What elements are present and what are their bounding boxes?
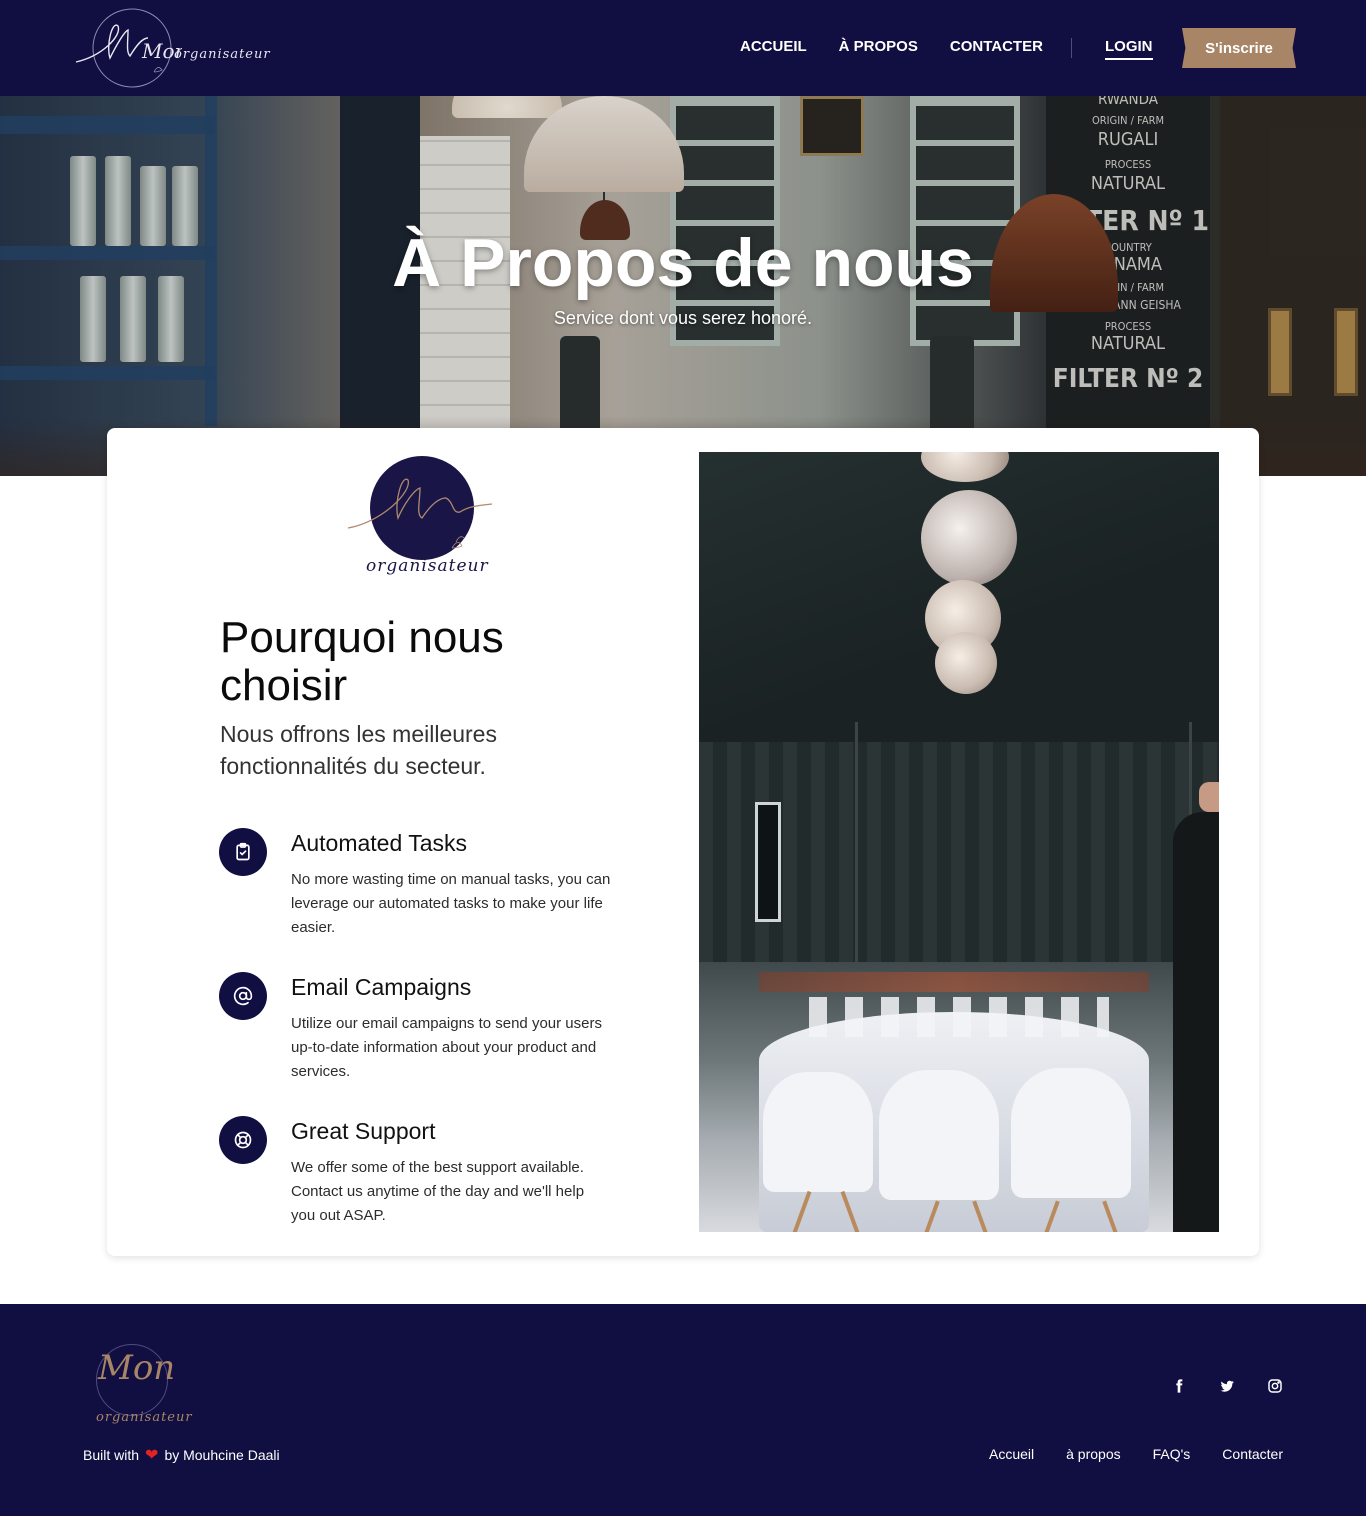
at-sign-icon	[219, 972, 267, 1020]
clipboard-check-icon	[219, 828, 267, 876]
footer-logo[interactable]: Mon organisateur	[80, 1342, 193, 1426]
brand-logo[interactable]: Mon organisateur	[72, 6, 282, 90]
signup-button[interactable]: S'inscrire	[1182, 28, 1296, 68]
section-title: Pourquoi nous choisir	[220, 613, 504, 710]
feature-description: We offer some of the best support availa…	[291, 1159, 585, 1224]
nav-divider	[1071, 38, 1072, 58]
credit-author: by Mouhcine Daali	[164, 1447, 280, 1463]
credit-prefix: Built with	[83, 1447, 140, 1463]
feature-title: Email Campaigns	[291, 974, 472, 1000]
login-link[interactable]: LOGIN	[1105, 38, 1153, 60]
footer-nav: Accueil à propos FAQ's Contacter	[989, 1446, 1283, 1462]
footer-link-contacter[interactable]: Contacter	[1222, 1446, 1283, 1462]
nav-link-accueil[interactable]: ACCUEIL	[740, 38, 807, 55]
footer-link-accueil[interactable]: Accueil	[989, 1446, 1034, 1462]
feature-description: No more wasting time on manual tasks, yo…	[291, 871, 611, 936]
hero-banner: RWANDA ORIGIN / FARM RUGALI PROCESS NATU…	[0, 96, 1366, 476]
feature-description: Utilize our email campaigns to send your…	[291, 1015, 602, 1080]
nav-link-contacter[interactable]: CONTACTER	[950, 38, 1043, 55]
twitter-icon[interactable]	[1217, 1376, 1237, 1396]
facebook-icon[interactable]	[1169, 1376, 1189, 1396]
section-subtitle: Nous offrons les meilleures fonctionnali…	[220, 721, 497, 779]
banquet-table-image	[699, 452, 1219, 1232]
page-subtitle: Service dont vous serez honoré.	[553, 308, 813, 328]
footer-logo-wordmark: organisateur	[96, 1410, 193, 1425]
footer-link-a-propos[interactable]: à propos	[1066, 1446, 1120, 1462]
footer-logo-script: Mon	[98, 1348, 176, 1388]
card-logo: organisateur	[342, 452, 502, 584]
footer-credit: Built with ❤ by Mouhcine Daali	[83, 1445, 280, 1465]
card-logo-wordmark: organisateur	[366, 556, 489, 576]
logo-wordmark: organisateur	[174, 47, 271, 62]
feature-title: Great Support	[291, 1118, 436, 1144]
footer-link-faqs[interactable]: FAQ's	[1153, 1446, 1191, 1462]
navbar: Mon organisateur ACCUEIL À PROPOS CONTAC…	[0, 0, 1366, 96]
feature-title: Automated Tasks	[291, 830, 468, 856]
logo-emblem-icon: Mon	[75, 8, 182, 88]
nav-link-a-propos[interactable]: À PROPOS	[839, 38, 918, 55]
lifebuoy-icon	[219, 1116, 267, 1164]
page-title: À Propos de nous	[392, 225, 974, 301]
main-nav: ACCUEIL À PROPOS CONTACTER	[740, 38, 1075, 55]
about-card: organisateur Pourquoi nous choisir Nous …	[107, 428, 1259, 1256]
footer: Mon organisateur Built with ❤ by Mouhcin…	[0, 1304, 1366, 1516]
heart-icon: ❤	[145, 1447, 159, 1464]
instagram-icon[interactable]	[1265, 1376, 1285, 1396]
